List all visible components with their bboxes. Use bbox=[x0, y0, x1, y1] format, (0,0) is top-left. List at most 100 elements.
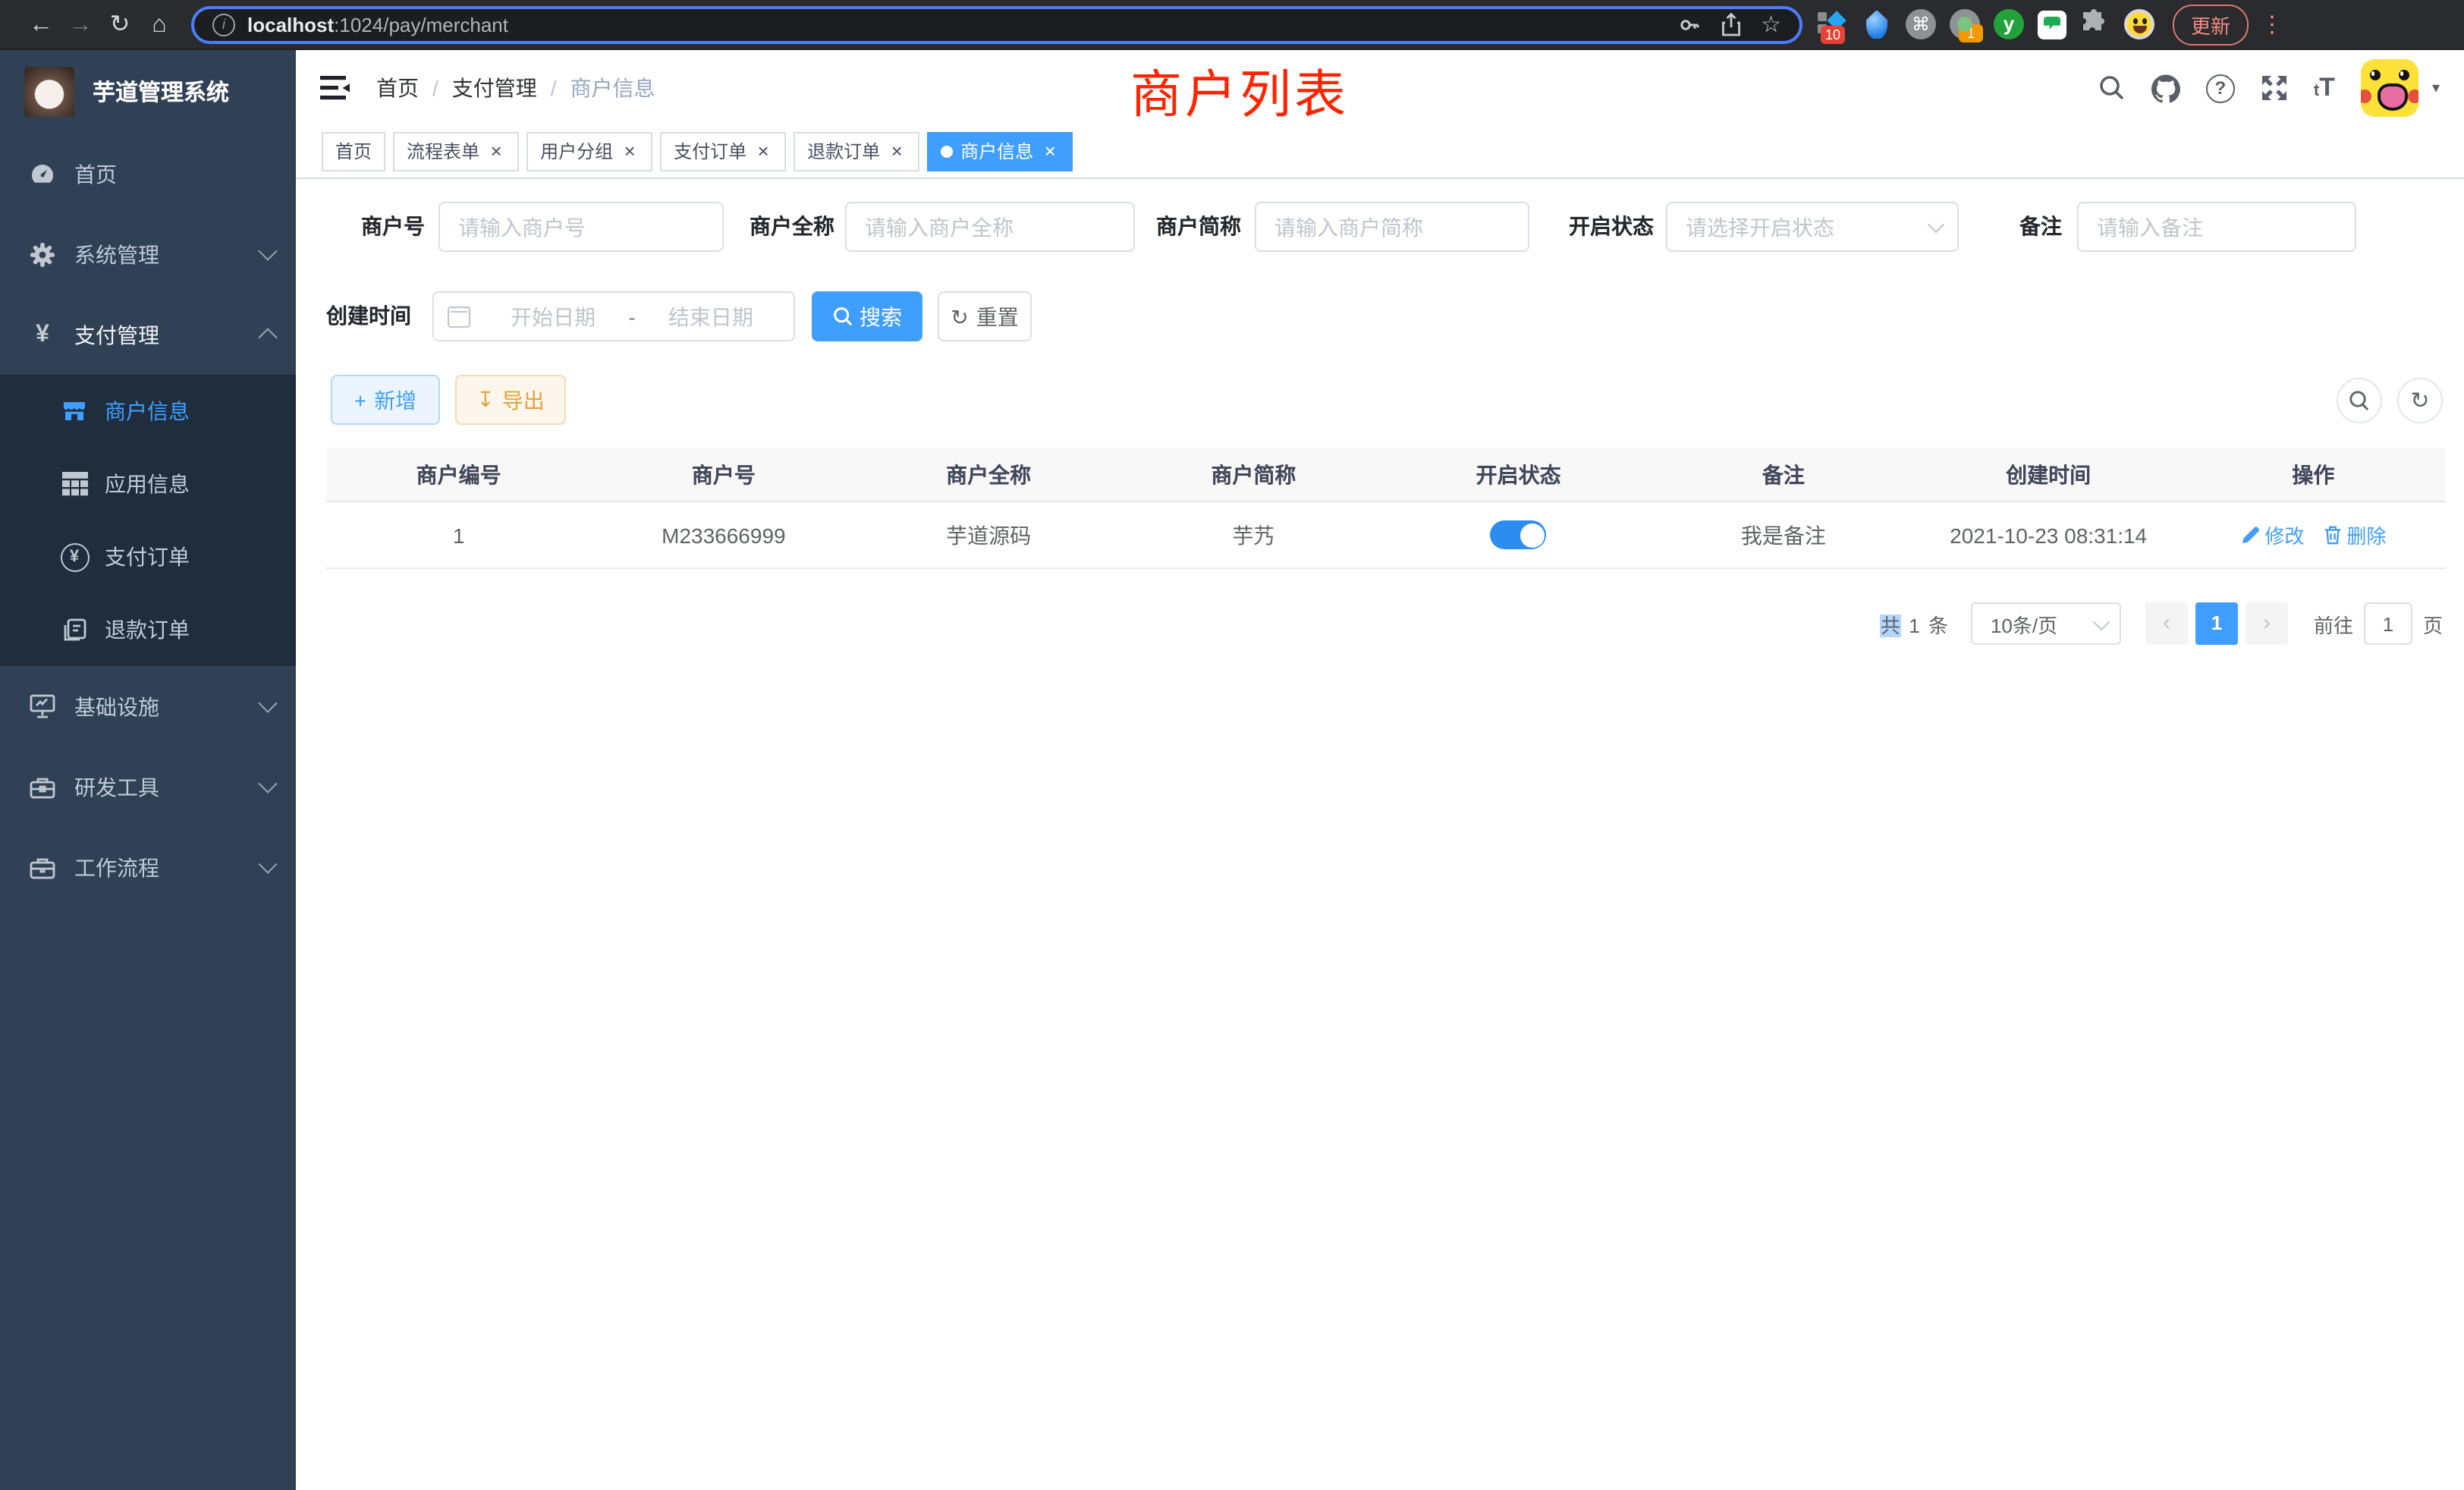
search-icon[interactable] bbox=[2098, 74, 2126, 102]
toolbar: +新增 ↧导出 ↻ bbox=[326, 375, 2446, 425]
close-icon[interactable]: × bbox=[754, 134, 772, 170]
show-search-button[interactable] bbox=[2337, 377, 2382, 423]
sidebar-item-merchant-info[interactable]: 商户信息 bbox=[0, 375, 296, 448]
extension-command-icon[interactable]: ⌘ bbox=[1906, 9, 1936, 39]
date-start-placeholder[interactable]: 开始日期 bbox=[484, 301, 622, 332]
merchant-table: 商户编号 商户号 商户全称 商户简称 开启状态 备注 创建时间 操作 1 M23… bbox=[326, 448, 2446, 569]
chevron-up-icon bbox=[258, 328, 277, 347]
browser-menu-icon[interactable]: ⋮ bbox=[2261, 11, 2279, 38]
extension-drop-icon[interactable] bbox=[1866, 10, 1887, 39]
goto-page-input[interactable] bbox=[2364, 602, 2412, 645]
tab-home[interactable]: 首页 bbox=[322, 132, 385, 171]
current-page-button[interactable]: 1 bbox=[2195, 602, 2238, 645]
delete-link[interactable]: 删除 bbox=[2322, 520, 2386, 549]
browser-profile-avatar[interactable] bbox=[2124, 9, 2154, 39]
share-icon[interactable] bbox=[1720, 12, 1741, 36]
url-text[interactable]: localhost:1024/pay/merchant bbox=[247, 13, 508, 36]
reset-icon: ↻ bbox=[951, 306, 968, 327]
breadcrumb-home[interactable]: 首页 bbox=[376, 73, 419, 103]
avatar-caret-icon[interactable]: ▾ bbox=[2432, 80, 2440, 96]
refresh-button[interactable]: ↻ bbox=[2397, 377, 2443, 423]
tab-refund-order[interactable]: 退款订单× bbox=[794, 132, 919, 171]
status-toggle[interactable] bbox=[1491, 520, 1547, 549]
extension-green-icon[interactable] bbox=[2038, 10, 2066, 39]
browser-forward-button[interactable]: → bbox=[61, 0, 100, 49]
date-separator: - bbox=[622, 304, 641, 328]
create-time-label: 创建时间 bbox=[326, 291, 411, 341]
screenshot-root: ← → ↻ ⌂ i localhost:1024/pay/merchant ☆ … bbox=[0, 0, 2464, 1490]
tab-merchant-info[interactable]: 商户信息× bbox=[927, 132, 1073, 171]
sidebar-item-pay-order[interactable]: ¥ 支付订单 bbox=[0, 520, 296, 593]
edit-link[interactable]: 修改 bbox=[2240, 520, 2304, 549]
user-avatar[interactable] bbox=[2361, 59, 2418, 117]
create-time-daterange[interactable]: 开始日期 - 结束日期 bbox=[432, 291, 795, 341]
breadcrumb-current: 商户信息 bbox=[570, 73, 655, 103]
sidebar-item-app-info[interactable]: 应用信息 bbox=[0, 448, 296, 520]
extension-blocks-icon[interactable]: 10 bbox=[1818, 9, 1848, 39]
browser-back-button[interactable]: ← bbox=[21, 0, 61, 49]
page-content: 商户号 商户全称 商户简称 开启状态 请选择开启状态 备注 创建时间 bbox=[296, 179, 2464, 1490]
sidebar-item-workflow[interactable]: 工作流程 bbox=[0, 827, 296, 907]
sidebar-item-label: 应用信息 bbox=[105, 469, 275, 499]
next-page-button[interactable]: › bbox=[2246, 602, 2288, 645]
cell-status bbox=[1386, 520, 1651, 549]
url-bar[interactable]: i localhost:1024/pay/merchant ☆ bbox=[191, 5, 1802, 43]
browser-home-button[interactable]: ⌂ bbox=[140, 0, 179, 49]
remark-input[interactable] bbox=[2077, 202, 2356, 252]
active-tab-dot bbox=[941, 146, 953, 158]
tab-pay-order[interactable]: 支付订单× bbox=[660, 132, 786, 171]
bookmark-star-icon[interactable]: ☆ bbox=[1761, 11, 1781, 38]
github-icon[interactable] bbox=[2151, 74, 2180, 102]
tab-process-form[interactable]: 流程表单× bbox=[393, 132, 519, 171]
col-header: 商户号 bbox=[591, 459, 856, 489]
logo-row[interactable]: 芋道管理系统 bbox=[0, 50, 296, 134]
sidebar-item-pay[interactable]: ¥ 支付管理 bbox=[0, 294, 296, 375]
merchant-no-input[interactable] bbox=[438, 202, 724, 252]
help-icon[interactable]: ? bbox=[2206, 74, 2235, 102]
breadcrumb-pay[interactable]: 支付管理 bbox=[452, 73, 537, 103]
sidebar-collapse-icon[interactable] bbox=[320, 74, 350, 102]
sidebar-item-label: 基础设施 bbox=[74, 691, 261, 721]
sidebar-item-refund-order[interactable]: 退款订单 bbox=[0, 593, 296, 666]
sidebar-item-label: 研发工具 bbox=[74, 772, 261, 802]
col-header: 操作 bbox=[2181, 459, 2446, 489]
export-button[interactable]: ↧导出 bbox=[455, 375, 566, 425]
font-size-icon[interactable]: tT bbox=[2314, 73, 2335, 103]
status-select[interactable]: 请选择开启状态 bbox=[1666, 202, 1959, 252]
chevron-down-icon bbox=[258, 693, 277, 712]
merchant-no-label: 商户号 bbox=[326, 202, 425, 252]
browser-update-button[interactable]: 更新 bbox=[2173, 4, 2249, 45]
fullscreen-icon[interactable] bbox=[2261, 74, 2288, 102]
yen-icon: ¥ bbox=[26, 322, 59, 347]
cell-short-name: 芋艿 bbox=[1121, 520, 1386, 550]
browser-reload-button[interactable]: ↻ bbox=[100, 0, 140, 49]
extensions-puzzle-icon[interactable] bbox=[2080, 9, 2110, 39]
extension-record-icon[interactable]: 1 bbox=[1950, 9, 1980, 39]
full-name-input[interactable] bbox=[845, 202, 1135, 252]
cell-operations: 修改 删除 bbox=[2181, 520, 2446, 549]
chevron-down-icon bbox=[258, 241, 277, 260]
prev-page-button[interactable]: ‹ bbox=[2145, 602, 2188, 645]
page-size-select[interactable]: 10条/页 bbox=[1971, 602, 2121, 645]
document-icon bbox=[58, 617, 91, 643]
close-icon[interactable]: × bbox=[487, 134, 505, 170]
search-button[interactable]: 搜索 bbox=[812, 291, 922, 341]
sidebar-item-infra[interactable]: 基础设施 bbox=[0, 666, 296, 747]
reset-button[interactable]: ↻重置 bbox=[938, 291, 1032, 341]
sidebar-item-devtools[interactable]: 研发工具 bbox=[0, 747, 296, 827]
briefcase-icon bbox=[26, 855, 59, 879]
sidebar-item-home[interactable]: 首页 bbox=[0, 134, 296, 214]
date-end-placeholder[interactable]: 结束日期 bbox=[642, 301, 780, 332]
site-info-icon[interactable]: i bbox=[212, 13, 235, 36]
sidebar-item-system[interactable]: 系统管理 bbox=[0, 214, 296, 294]
close-icon[interactable]: × bbox=[1041, 134, 1059, 170]
filter-row-2: 创建时间 开始日期 - 结束日期 搜索 ↻重置 bbox=[326, 291, 2446, 341]
close-icon[interactable]: × bbox=[888, 134, 906, 170]
password-key-icon[interactable] bbox=[1677, 13, 1700, 36]
tab-user-group[interactable]: 用户分组× bbox=[526, 132, 652, 171]
col-header: 商户编号 bbox=[326, 459, 591, 489]
short-name-input[interactable] bbox=[1255, 202, 1529, 252]
close-icon[interactable]: × bbox=[621, 134, 639, 170]
add-button[interactable]: +新增 bbox=[331, 375, 440, 425]
extension-y-icon[interactable]: y bbox=[1994, 9, 2024, 39]
